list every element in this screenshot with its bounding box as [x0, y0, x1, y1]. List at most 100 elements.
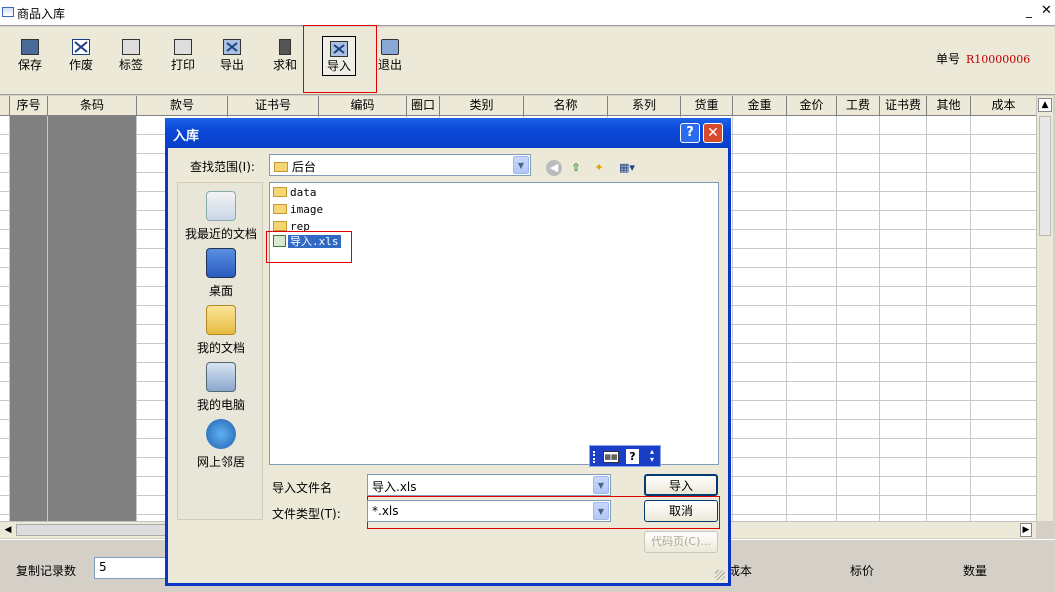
chevron-down-icon[interactable]: ▼ [513, 156, 529, 174]
close-button[interactable]: ✕ [1041, 4, 1052, 18]
col-header-barcode[interactable]: 条码 [48, 96, 137, 116]
filetype-value: *.xls [372, 504, 399, 518]
filetype-select[interactable]: *.xls ▼ [367, 500, 611, 522]
col-header-gold-weight[interactable]: 金重 [733, 96, 787, 116]
printer-icon [174, 39, 192, 55]
grid-vertical-scrollbar[interactable]: ▲ [1036, 96, 1053, 521]
col-header-other[interactable]: 其他 [927, 96, 971, 116]
place-network[interactable]: 网上邻居 [178, 419, 264, 470]
serial-column-fill [10, 116, 47, 521]
scroll-up-arrow-icon[interactable]: ▲ [1038, 98, 1052, 112]
place-my-documents[interactable]: 我的文档 [178, 305, 264, 356]
folder-icon [273, 204, 287, 214]
order-value: R10000006 [966, 53, 1031, 66]
col-header-cost[interactable]: 成本 [971, 96, 1036, 116]
list-item[interactable]: image [273, 202, 323, 218]
col-header-labor[interactable]: 工费 [837, 96, 880, 116]
keyboard-icon[interactable]: ▦▦ [603, 451, 619, 463]
new-folder-icon[interactable]: ✦ [591, 160, 607, 176]
my-documents-icon [206, 305, 236, 335]
desktop-icon [206, 248, 236, 278]
help-question-icon[interactable]: ? [626, 449, 639, 464]
col-header-name[interactable]: 名称 [524, 96, 608, 116]
order-label: 单号 [936, 52, 961, 66]
codepage-button: 代码页(C)... [644, 531, 718, 553]
void-label: 作废 [68, 58, 93, 72]
scroll-right-arrow-icon[interactable]: ▶ [1020, 523, 1032, 537]
my-computer-icon [206, 362, 236, 392]
sum-icon [279, 39, 291, 55]
hscroll-thumb[interactable] [16, 524, 166, 536]
network-places-icon [206, 419, 236, 449]
ime-options-icon[interactable]: ▴ ▾ [650, 448, 654, 464]
look-in-select[interactable]: 后台 ▼ [269, 154, 531, 176]
chevron-down-icon[interactable]: ▼ [593, 502, 609, 520]
col-header-style[interactable]: 款号 [137, 96, 228, 116]
col-header-ring-size[interactable]: 圈口 [407, 96, 440, 116]
col-header-category[interactable]: 类别 [440, 96, 524, 116]
folder-icon [273, 187, 287, 197]
tag-price-label: 标价 [850, 564, 875, 578]
void-button[interactable]: 作废 [61, 39, 101, 79]
label-button[interactable]: 标签 [111, 39, 151, 79]
export-label: 导出 [219, 58, 244, 72]
import-highlight-box [303, 25, 377, 93]
floppy-icon [21, 39, 39, 55]
up-folder-icon[interactable]: ⇧ [568, 160, 584, 176]
cancel-button[interactable]: 取消 [644, 500, 718, 522]
filetype-label: 文件类型(T): [272, 507, 341, 521]
quantity-label: 数量 [963, 564, 988, 578]
sum-button[interactable]: 求和 [265, 39, 305, 79]
file-highlight-box [266, 231, 352, 263]
import-submit-button[interactable]: 导入 [644, 474, 718, 496]
chevron-down-icon[interactable]: ▼ [593, 476, 609, 494]
dialog-close-icon[interactable]: ✕ [703, 123, 723, 143]
col-header-cert-fee[interactable]: 证书费 [880, 96, 927, 116]
copy-count-input[interactable]: 5 [94, 557, 166, 579]
places-bar: 我最近的文档 桌面 我的文档 我的电脑 网上邻居 [177, 182, 263, 520]
look-in-value: 后台 [291, 160, 316, 174]
exit-icon [381, 39, 399, 55]
recent-documents-icon [206, 191, 236, 221]
col-header-goods-weight[interactable]: 货重 [681, 96, 733, 116]
filename-value: 导入.xls [372, 480, 417, 494]
col-header-code[interactable]: 编码 [319, 96, 407, 116]
folder-icon [274, 162, 288, 172]
dialog-title-bar: 入库 ? ✕ [165, 118, 731, 148]
help-icon[interactable]: ? [680, 123, 700, 143]
resize-grip-icon[interactable] [715, 570, 725, 580]
scroll-thumb[interactable] [1039, 116, 1051, 236]
import-dialog: 入库 ? ✕ 查找范围(I): 后台 ▼ ◀ ⇧ ✦ ▦▾ 我最近的文档 桌面 … [165, 118, 731, 586]
copy-count-label: 复制记录数 [16, 564, 77, 578]
minimize-button[interactable]: _ [1026, 5, 1036, 17]
ime-toolbar[interactable]: ▦▦ ? ▴ ▾ [589, 445, 661, 467]
sum-label: 求和 [272, 58, 297, 72]
view-menu-icon[interactable]: ▦▾ [615, 160, 639, 176]
list-item[interactable]: data [273, 185, 317, 201]
void-icon [72, 39, 90, 55]
place-desktop[interactable]: 桌面 [178, 248, 264, 299]
back-icon[interactable]: ◀ [546, 160, 562, 176]
label-printer-icon [122, 39, 140, 55]
grid-header: 序号 条码 款号 证书号 编码 圈口 类别 名称 系列 货重 金重 金价 工费 … [0, 96, 1036, 116]
print-button[interactable]: 打印 [163, 39, 203, 79]
order-number: 单号 R10000006 [936, 50, 1030, 67]
place-recent[interactable]: 我最近的文档 [178, 191, 264, 242]
toolbar: 保存 作废 标签 打印 导出 求和 退出 单号 R10000006 [0, 27, 1055, 95]
place-my-computer[interactable]: 我的电脑 [178, 362, 264, 413]
col-header-serial[interactable]: 序号 [10, 96, 48, 116]
filename-input[interactable]: 导入.xls ▼ [367, 474, 611, 496]
scroll-left-arrow-icon[interactable]: ◀ [2, 523, 14, 537]
cost-label: 成本 [728, 564, 753, 578]
save-label: 保存 [17, 58, 42, 72]
folder-icon [273, 221, 287, 231]
col-header-gold-price[interactable]: 金价 [787, 96, 837, 116]
col-header-certificate[interactable]: 证书号 [228, 96, 319, 116]
label-label: 标签 [118, 58, 143, 72]
file-list[interactable]: data image rep 导入.xls [269, 182, 719, 465]
export-button[interactable]: 导出 [212, 39, 252, 79]
dialog-title: 入库 [173, 129, 200, 144]
save-button[interactable]: 保存 [10, 39, 50, 79]
window-title: 商品入库 [17, 7, 66, 21]
col-header-series[interactable]: 系列 [608, 96, 681, 116]
